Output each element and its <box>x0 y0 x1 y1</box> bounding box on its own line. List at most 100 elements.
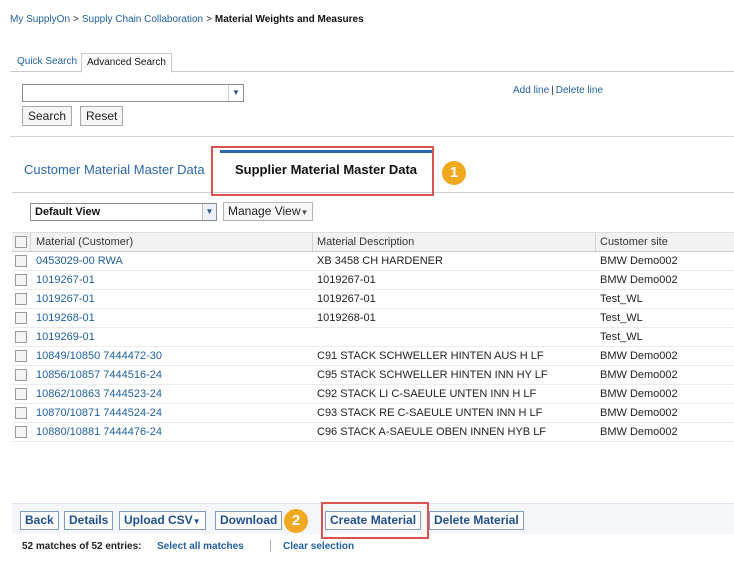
line-links: Add line | Delete line <box>513 85 603 96</box>
material-description: C93 STACK RE C-SAEULE UNTEN INN H LF <box>317 407 543 419</box>
breadcrumb-supply-chain-collaboration[interactable]: Supply Chain Collaboration <box>82 14 203 25</box>
table-row[interactable]: 10870/10871 7444524-24 C93 STACK RE C-SA… <box>12 404 734 423</box>
customer-site: BMW Demo002 <box>600 255 678 267</box>
tab-advanced-search[interactable]: Advanced Search <box>81 53 172 73</box>
material-description: 1019268-01 <box>317 312 376 324</box>
table-row[interactable]: 10880/10881 7444476-24 C96 STACK A-SAEUL… <box>12 423 734 442</box>
caret-down-icon: ▼ <box>192 517 201 526</box>
material-link[interactable]: 10849/10850 7444472-30 <box>36 347 162 365</box>
tab-quick-search[interactable]: Quick Search <box>12 53 82 70</box>
row-checkbox[interactable] <box>15 312 27 324</box>
customer-site: Test_WL <box>600 331 643 343</box>
material-link[interactable]: 0453029-00 RWA <box>36 252 123 270</box>
line-links-separator: | <box>551 85 554 96</box>
material-description: C92 STACK LI C-SAEULE UNTEN INN H LF <box>317 388 537 400</box>
table-row[interactable]: 1019267-01 1019267-01 BMW Demo002 <box>12 271 734 290</box>
highlight-create-material <box>321 502 429 539</box>
material-description: C96 STACK A-SAEULE OBEN INNEN HYB LF <box>317 426 547 438</box>
customer-site: BMW Demo002 <box>600 350 678 362</box>
customer-site: Test_WL <box>600 293 643 305</box>
column-header-customer-site[interactable]: Customer site <box>600 233 668 251</box>
material-link[interactable]: 10870/10871 7444524-24 <box>36 404 162 422</box>
row-checkbox[interactable] <box>15 331 27 343</box>
table-body: 0453029-00 RWA XB 3458 CH HARDENER BMW D… <box>12 252 734 442</box>
search-button[interactable]: Search <box>22 106 73 126</box>
selection-status: 52 matches of 52 entries: Select all mat… <box>12 535 734 561</box>
select-all-checkbox[interactable] <box>15 236 27 248</box>
table-row[interactable]: 1019267-01 1019267-01 Test_WL <box>12 290 734 309</box>
material-description: 1019267-01 <box>317 274 376 286</box>
callout-badge-2: 2 <box>284 509 308 533</box>
upload-csv-label: Upload CSV <box>124 513 193 527</box>
table-row[interactable]: 10856/10857 7444516-24 C95 STACK SCHWELL… <box>12 366 734 385</box>
material-link[interactable]: 1019267-01 <box>36 290 95 308</box>
customer-site: BMW Demo002 <box>600 274 678 286</box>
view-select[interactable]: Default View ▼ <box>30 203 217 221</box>
customer-site: BMW Demo002 <box>600 388 678 400</box>
select-all-matches-link[interactable]: Select all matches <box>157 541 244 552</box>
column-divider <box>595 233 596 251</box>
table-header-row: Material (Customer) Material Description… <box>12 232 734 252</box>
column-header-material[interactable]: Material (Customer) <box>36 233 133 251</box>
search-criteria-select[interactable]: ▼ <box>22 84 244 102</box>
row-checkbox[interactable] <box>15 388 27 400</box>
material-description: C91 STACK SCHWELLER HINTEN AUS H LF <box>317 350 544 362</box>
row-checkbox[interactable] <box>15 350 27 362</box>
customer-site: Test_WL <box>600 312 643 324</box>
status-divider <box>270 540 271 552</box>
column-divider <box>30 233 31 251</box>
material-link[interactable]: 10880/10881 7444476-24 <box>36 423 162 441</box>
table-row[interactable]: 1019269-01 Test_WL <box>12 328 734 347</box>
page-title: Material Weights and Measures <box>214 14 364 25</box>
material-link[interactable]: 10862/10863 7444523-24 <box>36 385 162 403</box>
breadcrumb-separator: > <box>73 14 79 25</box>
material-table: Material (Customer) Material Description… <box>12 232 734 442</box>
row-checkbox[interactable] <box>15 274 27 286</box>
reset-button[interactable]: Reset <box>80 106 124 126</box>
table-row[interactable]: 0453029-00 RWA XB 3458 CH HARDENER BMW D… <box>12 252 734 271</box>
material-link[interactable]: 1019269-01 <box>36 328 95 346</box>
clear-selection-link[interactable]: Clear selection <box>283 541 354 552</box>
delete-line-link[interactable]: Delete line <box>556 85 603 96</box>
table-row[interactable]: 10849/10850 7444472-30 C91 STACK SCHWELL… <box>12 347 734 366</box>
caret-down-icon: ▼ <box>300 208 309 217</box>
row-checkbox[interactable] <box>15 407 27 419</box>
breadcrumb-my-supplyon[interactable]: My SupplyOn <box>10 14 70 25</box>
upload-csv-button[interactable]: Upload CSV▼ <box>119 511 206 530</box>
row-checkbox[interactable] <box>15 369 27 381</box>
breadcrumb-separator: > <box>206 14 212 25</box>
column-header-description[interactable]: Material Description <box>317 233 414 251</box>
table-row[interactable]: 10862/10863 7444523-24 C92 STACK LI C-SA… <box>12 385 734 404</box>
customer-site: BMW Demo002 <box>600 407 678 419</box>
row-checkbox[interactable] <box>15 293 27 305</box>
add-line-link[interactable]: Add line <box>513 85 549 96</box>
material-description: 1019267-01 <box>317 293 376 305</box>
material-link[interactable]: 1019267-01 <box>36 271 95 289</box>
customer-site: BMW Demo002 <box>600 369 678 381</box>
material-description: C95 STACK SCHWELLER HINTEN INN HY LF <box>317 369 548 381</box>
material-link[interactable]: 1019268-01 <box>36 309 95 327</box>
row-checkbox[interactable] <box>15 426 27 438</box>
material-description: XB 3458 CH HARDENER <box>317 255 443 267</box>
chevron-down-icon[interactable]: ▼ <box>202 204 216 220</box>
view-select-value: Default View <box>35 206 101 218</box>
download-button[interactable]: Download <box>215 511 283 530</box>
tab-customer-material-master-data[interactable]: Customer Material Master Data <box>24 162 205 177</box>
delete-material-button[interactable]: Delete Material <box>429 511 524 530</box>
advanced-search-panel: ▼ Search Reset Add line | Delete line <box>10 72 734 137</box>
customer-site: BMW Demo002 <box>600 426 678 438</box>
table-row[interactable]: 1019268-01 1019268-01 Test_WL <box>12 309 734 328</box>
manage-view-button[interactable]: Manage View▼ <box>223 202 314 221</box>
manage-view-label: Manage View <box>228 204 301 218</box>
chevron-down-icon[interactable]: ▼ <box>228 85 243 101</box>
back-button[interactable]: Back <box>20 511 59 530</box>
row-checkbox[interactable] <box>15 255 27 267</box>
callout-badge-1: 1 <box>442 161 466 185</box>
breadcrumb: My SupplyOn > Supply Chain Collaboration > M… <box>10 14 364 25</box>
match-count: 52 matches of 52 entries: <box>22 541 142 552</box>
material-link[interactable]: 10856/10857 7444516-24 <box>36 366 162 384</box>
column-divider <box>312 233 313 251</box>
search-tabs: Quick Search Advanced Search <box>10 53 734 73</box>
details-button[interactable]: Details <box>64 511 114 530</box>
highlight-supplier-tab <box>211 146 434 196</box>
